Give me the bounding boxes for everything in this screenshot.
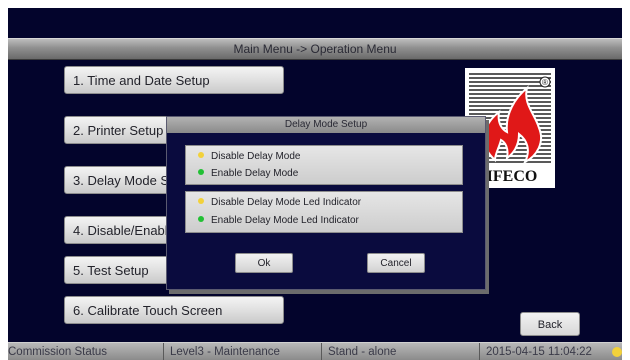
delay-mode-group: Disable Delay Mode Enable Delay Mode: [185, 145, 463, 185]
delay-mode-led-group: Disable Delay Mode Led Indicator Enable …: [185, 191, 463, 233]
yellow-led-icon: [198, 198, 204, 204]
option-label: Disable Delay Mode: [211, 151, 301, 162]
back-button[interactable]: Back: [520, 312, 580, 336]
dialog-title: Delay Mode Setup: [167, 117, 485, 133]
option-disable-led-indicator[interactable]: Disable Delay Mode Led Indicator: [198, 195, 361, 211]
page-title: Main Menu -> Operation Menu: [8, 38, 622, 60]
access-level: Level3 - Maintenance: [164, 343, 322, 360]
ok-button[interactable]: Ok: [235, 253, 293, 273]
option-disable-delay-mode[interactable]: Disable Delay Mode: [198, 149, 301, 165]
status-datetime: 2015-04-15 11:04:22: [486, 346, 592, 358]
green-led-icon: [198, 169, 204, 175]
commission-status: Commission Status: [8, 343, 164, 360]
menu-item-time-date-setup[interactable]: 1. Time and Date Setup: [64, 66, 284, 94]
menu-item-calibrate-touch-screen[interactable]: 6. Calibrate Touch Screen: [64, 296, 284, 324]
option-label: Disable Delay Mode Led Indicator: [211, 197, 362, 208]
yellow-led-icon: [198, 152, 204, 158]
registered-mark: ®: [542, 78, 548, 87]
option-label: Enable Delay Mode: [211, 168, 299, 179]
delay-mode-setup-dialog: Delay Mode Setup Disable Delay Mode Enab…: [166, 116, 486, 290]
status-led-icon: [612, 347, 622, 357]
operation-menu-screen: Main Menu -> Operation Menu 1. Time and …: [8, 8, 622, 360]
option-enable-led-indicator[interactable]: Enable Delay Mode Led Indicator: [198, 213, 359, 229]
option-enable-delay-mode[interactable]: Enable Delay Mode: [198, 166, 298, 182]
green-led-icon: [198, 216, 204, 222]
status-bar: Commission Status Level3 - Maintenance S…: [8, 342, 622, 360]
logo-brand-text: IFECO: [487, 168, 538, 185]
cancel-button[interactable]: Cancel: [367, 253, 425, 273]
operation-mode: Stand - alone: [322, 343, 480, 360]
option-label: Enable Delay Mode Led Indicator: [211, 215, 359, 226]
